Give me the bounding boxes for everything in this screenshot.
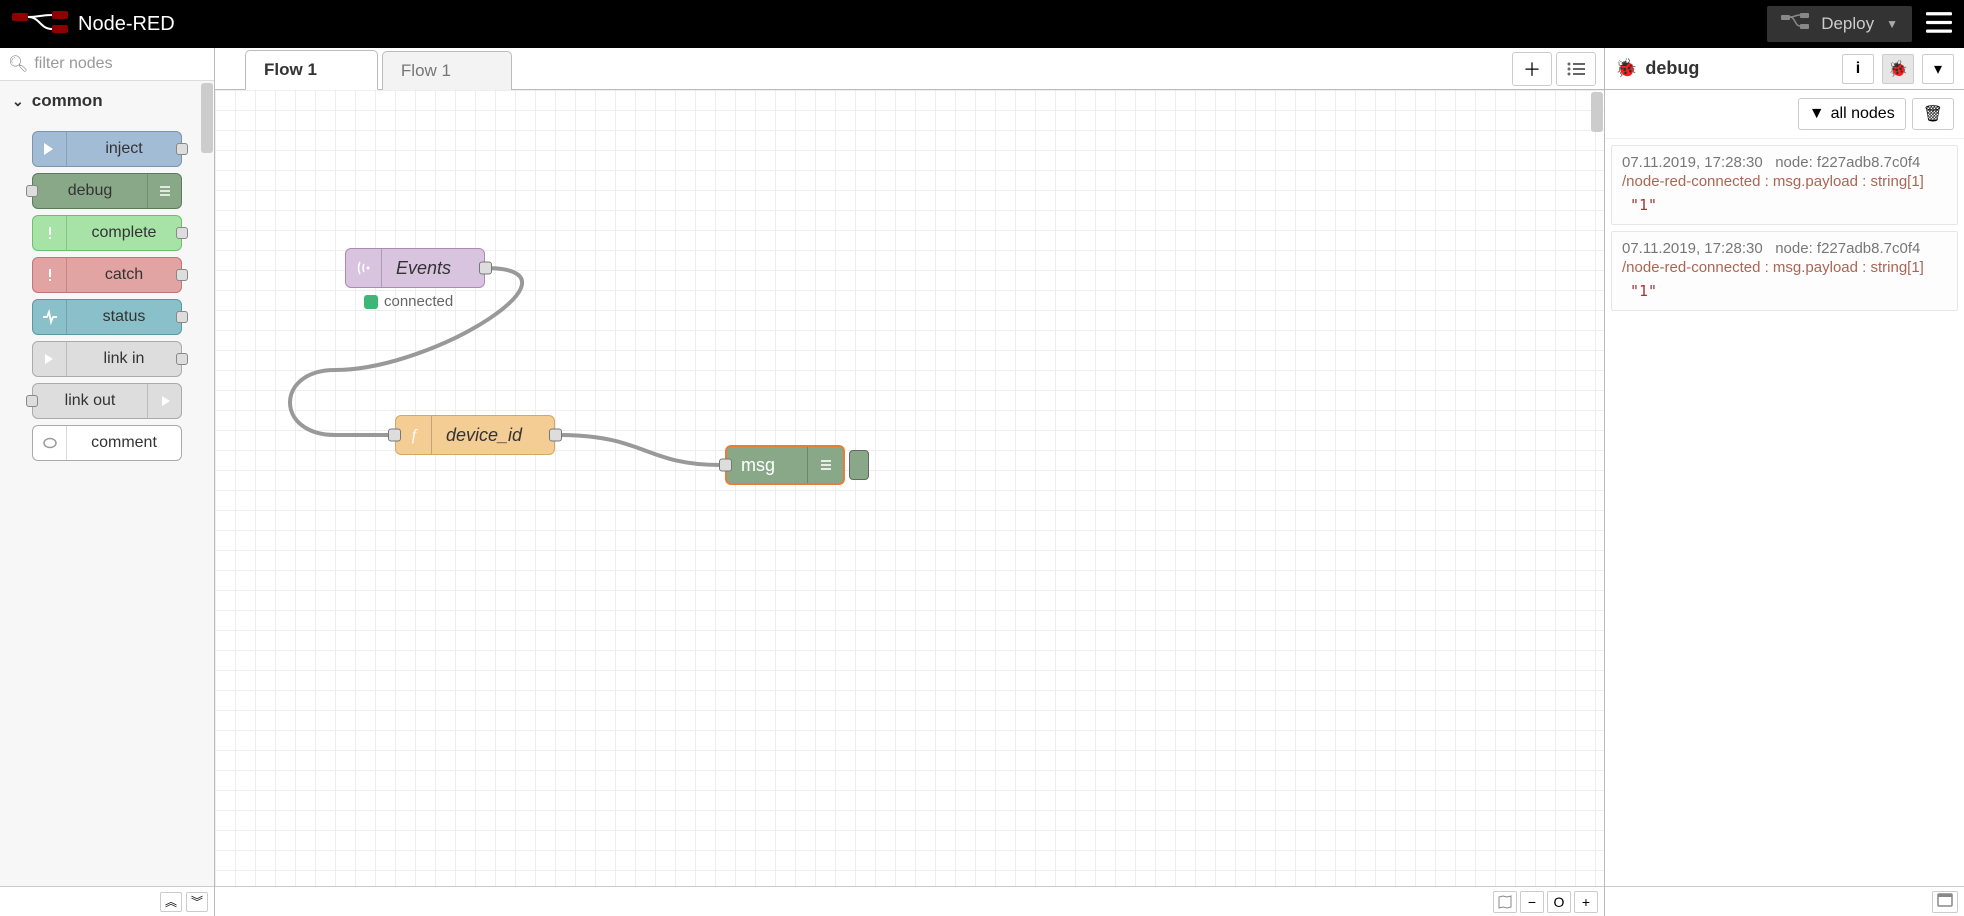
palette-node-link-in[interactable]: link in — [32, 341, 182, 377]
deploy-label: Deploy — [1821, 14, 1874, 34]
link-out-icon — [147, 384, 181, 418]
palette-category-common[interactable]: ⌄ common — [0, 81, 214, 121]
debug-toggle-button[interactable] — [849, 450, 869, 480]
node-port[interactable] — [176, 353, 188, 365]
flow-node-msg[interactable]: msg — [725, 445, 845, 485]
workspace-tabs: Flow 1 Flow 1 ＋ — [215, 48, 1604, 90]
bug-icon: 🐞 — [1615, 58, 1637, 79]
add-flow-button[interactable]: ＋ — [1512, 52, 1552, 86]
debug-message-list[interactable]: 07.11.2019, 17:28:30 node: f227adb8.7c0f… — [1605, 139, 1964, 886]
svg-text:f: f — [411, 427, 418, 444]
comment-icon — [33, 426, 67, 460]
palette-category-label: common — [32, 91, 103, 111]
debug-message[interactable]: 07.11.2019, 17:28:30 node: f227adb8.7c0f… — [1611, 145, 1958, 225]
palette-node-comment[interactable]: comment — [32, 425, 182, 461]
sidebar-title: debug — [1645, 58, 1834, 79]
zoom-reset-button[interactable]: O — [1547, 891, 1571, 913]
link-in-icon — [33, 342, 67, 376]
node-port[interactable] — [479, 262, 492, 275]
inject-icon — [33, 132, 67, 166]
palette-filter-input[interactable] — [34, 55, 206, 73]
zoom-out-button[interactable]: − — [1520, 891, 1544, 913]
debug-clear-button[interactable]: 🗑 — [1912, 98, 1954, 130]
node-port[interactable] — [719, 459, 732, 472]
chevron-down-icon: ⌄ — [12, 93, 24, 110]
node-port[interactable] — [26, 395, 38, 407]
caret-down-icon: ▼ — [1886, 17, 1898, 31]
node-port[interactable] — [549, 429, 562, 442]
open-debug-window-button[interactable] — [1932, 891, 1958, 913]
alert-icon — [33, 216, 67, 250]
header-bar: Node-RED Deploy ▼ — [0, 0, 1964, 48]
debug-filter-button[interactable]: ▼ all nodes — [1798, 98, 1906, 130]
search-icon: 🔍︎ — [8, 54, 28, 74]
node-port[interactable] — [26, 185, 38, 197]
palette-node-link-out[interactable]: link out — [32, 383, 182, 419]
node-port[interactable] — [176, 227, 188, 239]
alert-icon — [33, 258, 67, 292]
events-icon — [346, 249, 382, 287]
sidebar-menu-button[interactable]: ▾ — [1922, 54, 1954, 84]
function-icon: f — [396, 416, 432, 454]
deploy-button[interactable]: Deploy ▼ — [1767, 6, 1912, 42]
node-red-logo-icon — [12, 11, 68, 38]
flow-node-events[interactable]: Events connected — [345, 248, 485, 288]
sidebar-panel: 🐞 debug i 🐞 ▾ ▼ all nodes 🗑 07.11.2019, … — [1604, 48, 1964, 916]
main-menu-button[interactable] — [1926, 12, 1952, 37]
palette-panel: 🔍︎ ⌄ common inject debug — [0, 48, 215, 916]
debug-icon — [147, 174, 181, 208]
palette-node-debug[interactable]: debug — [32, 173, 182, 209]
workspace-panel: Flow 1 Flow 1 ＋ — [215, 48, 1604, 916]
status-dot-icon — [364, 295, 378, 309]
debug-icon — [807, 447, 843, 483]
palette-collapse-button[interactable]: ︽ — [160, 892, 182, 912]
flow-tab-2[interactable]: Flow 1 — [382, 51, 512, 90]
node-port[interactable] — [176, 269, 188, 281]
deploy-icon — [1781, 13, 1809, 36]
info-tab-button[interactable]: i — [1842, 54, 1874, 84]
node-label: Events — [382, 258, 484, 279]
workspace-canvas[interactable]: Events connected f device_id — [215, 90, 1604, 886]
flow-tab-1[interactable]: Flow 1 — [245, 50, 378, 90]
list-flows-button[interactable] — [1556, 52, 1596, 86]
zoom-in-button[interactable]: + — [1574, 891, 1598, 913]
node-port[interactable] — [176, 143, 188, 155]
scrollbar[interactable] — [1591, 92, 1603, 132]
node-label: msg — [727, 455, 807, 476]
trash-icon: 🗑 — [1923, 104, 1943, 124]
palette-node-status[interactable]: status — [32, 299, 182, 335]
node-label: device_id — [432, 425, 554, 446]
navigator-button[interactable] — [1493, 891, 1517, 913]
palette-expand-button[interactable]: ︾ — [186, 892, 208, 912]
node-status: connected — [364, 293, 453, 310]
palette-node-complete[interactable]: complete — [32, 215, 182, 251]
node-port[interactable] — [176, 311, 188, 323]
filter-icon: ▼ — [1809, 105, 1825, 123]
status-icon — [33, 300, 67, 334]
debug-tab-button[interactable]: 🐞 — [1882, 54, 1914, 84]
flow-node-device-id[interactable]: f device_id — [395, 415, 555, 455]
palette-node-inject[interactable]: inject — [32, 131, 182, 167]
node-port[interactable] — [388, 429, 401, 442]
palette-node-catch[interactable]: catch — [32, 257, 182, 293]
scrollbar[interactable] — [201, 83, 213, 153]
app-title: Node-RED — [78, 13, 175, 36]
debug-message[interactable]: 07.11.2019, 17:28:30 node: f227adb8.7c0f… — [1611, 231, 1958, 311]
